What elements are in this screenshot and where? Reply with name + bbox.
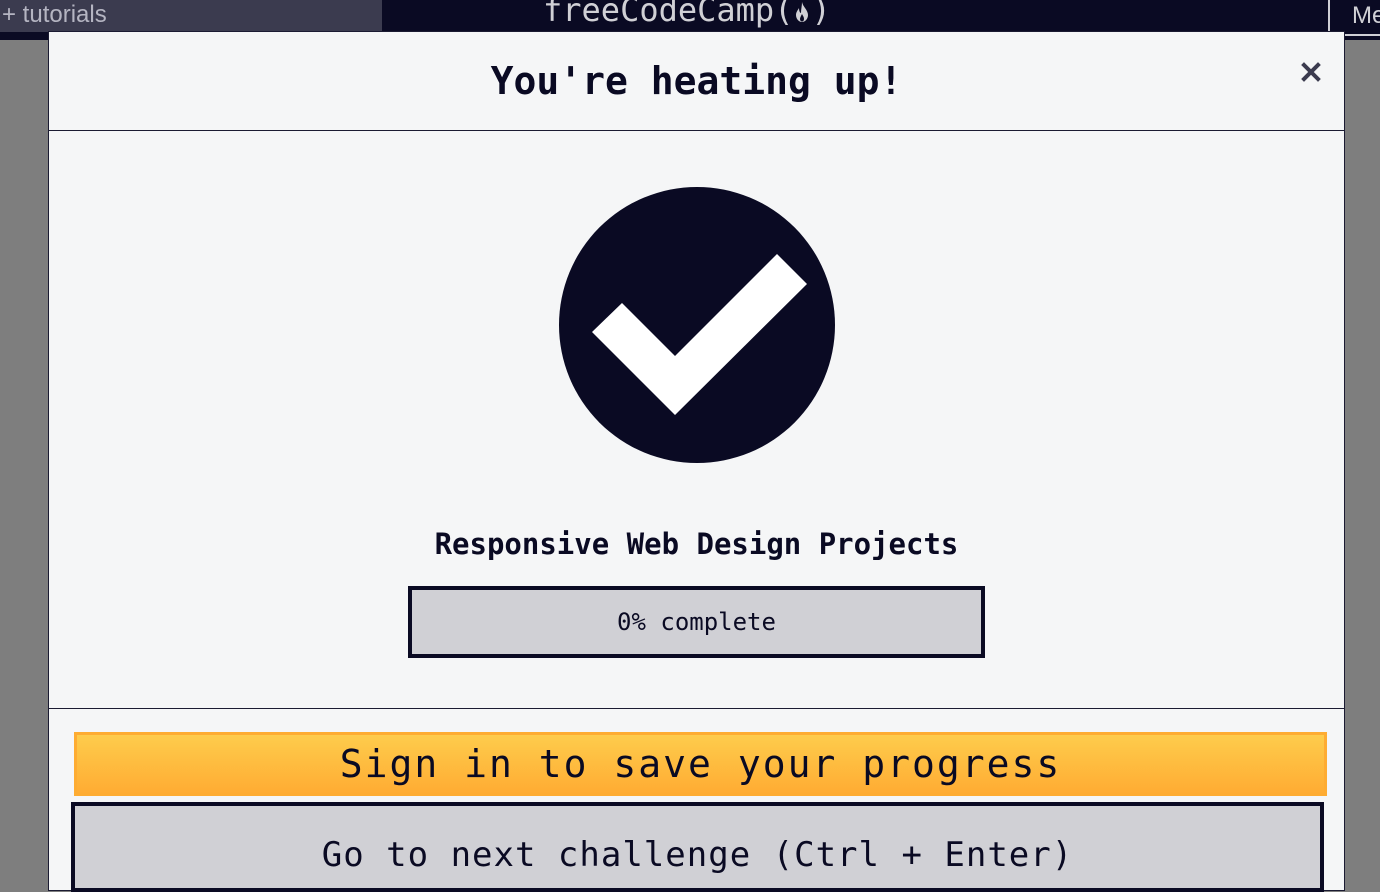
logo-close-paren: ): [811, 0, 831, 29]
search-bar[interactable]: + tutorials: [0, 0, 382, 32]
progress-text: 0% complete: [617, 608, 776, 636]
flame-icon: [796, 2, 809, 22]
completion-modal: You're heating up! Responsive Web Design…: [48, 31, 1345, 892]
modal-header: You're heating up!: [49, 32, 1344, 131]
close-icon: [1301, 62, 1321, 82]
next-challenge-button[interactable]: Go to next challenge (Ctrl + Enter): [71, 802, 1324, 892]
logo-text: freeCodeCamp(: [543, 0, 794, 29]
search-text: + tutorials: [2, 1, 107, 28]
modal-title: You're heating up!: [490, 59, 903, 103]
freecodecamp-logo[interactable]: freeCodeCamp(): [543, 0, 831, 30]
block-name: Responsive Web Design Projects: [434, 527, 959, 561]
check-circle-icon: [559, 187, 835, 463]
close-button[interactable]: [1293, 57, 1329, 87]
modal-divider: [49, 708, 1344, 709]
progress-bar: 0% complete: [408, 586, 985, 658]
menu-label: Menu: [1352, 2, 1380, 29]
signin-button[interactable]: Sign in to save your progress: [74, 732, 1327, 796]
